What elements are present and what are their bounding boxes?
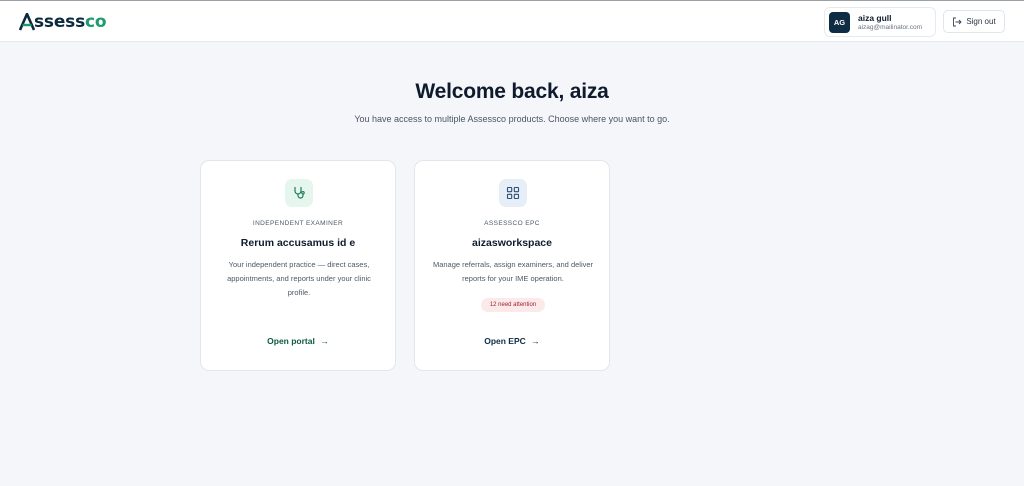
logo-text-dark: ssess [34,12,86,32]
open-portal-label: Open portal [267,336,315,346]
card-title: aizasworkspace [472,237,552,249]
card-kicker: INDEPENDENT EXAMINER [252,220,344,227]
open-epc-link[interactable]: Open EPC → [415,336,609,346]
stethoscope-icon [285,179,313,207]
logo-text-green: co [85,12,107,32]
card-kicker: ASSESSCO EPC [484,220,540,227]
card-description: Manage referrals, assign examiners, and … [432,260,594,283]
card-title: Rerum accusamus id e [240,237,356,249]
user-account-chip[interactable]: AG aiza gull aizag@mailinator.com [824,7,936,37]
card-description: Your independent practice — direct cases… [227,260,371,297]
grid-icon [499,179,527,207]
user-email: aizag@mailinator.com [858,24,923,31]
sign-out-label: Sign out [966,17,996,26]
arrow-right-icon: → [530,336,540,346]
page-subtitle: You have access to multiple Assessco pro… [354,114,670,124]
page-title: Welcome back, aiza [415,80,609,103]
sign-out-button[interactable]: Sign out [943,10,1005,33]
open-epc-label: Open EPC [484,336,526,346]
attention-badge: 12 need attention [481,298,545,312]
product-card-assessco-epc[interactable]: ASSESSCO EPC aizasworkspace Manage refer… [414,160,610,371]
avatar: AG [829,12,850,33]
top-bar: ssessco AG aiza gull aizag@mailinator.co… [0,0,1024,42]
product-card-independent-examiner[interactable]: INDEPENDENT EXAMINER Rerum accusamus id … [200,160,396,371]
arrow-right-icon: → [319,336,329,346]
assessco-logo[interactable]: ssessco [19,12,107,32]
logo-wordmark: ssessco [34,12,107,32]
sign-out-icon [953,17,962,26]
assessco-a-mark-icon [19,13,35,31]
open-portal-link[interactable]: Open portal → [201,336,395,346]
user-name: aiza gull [858,13,892,23]
